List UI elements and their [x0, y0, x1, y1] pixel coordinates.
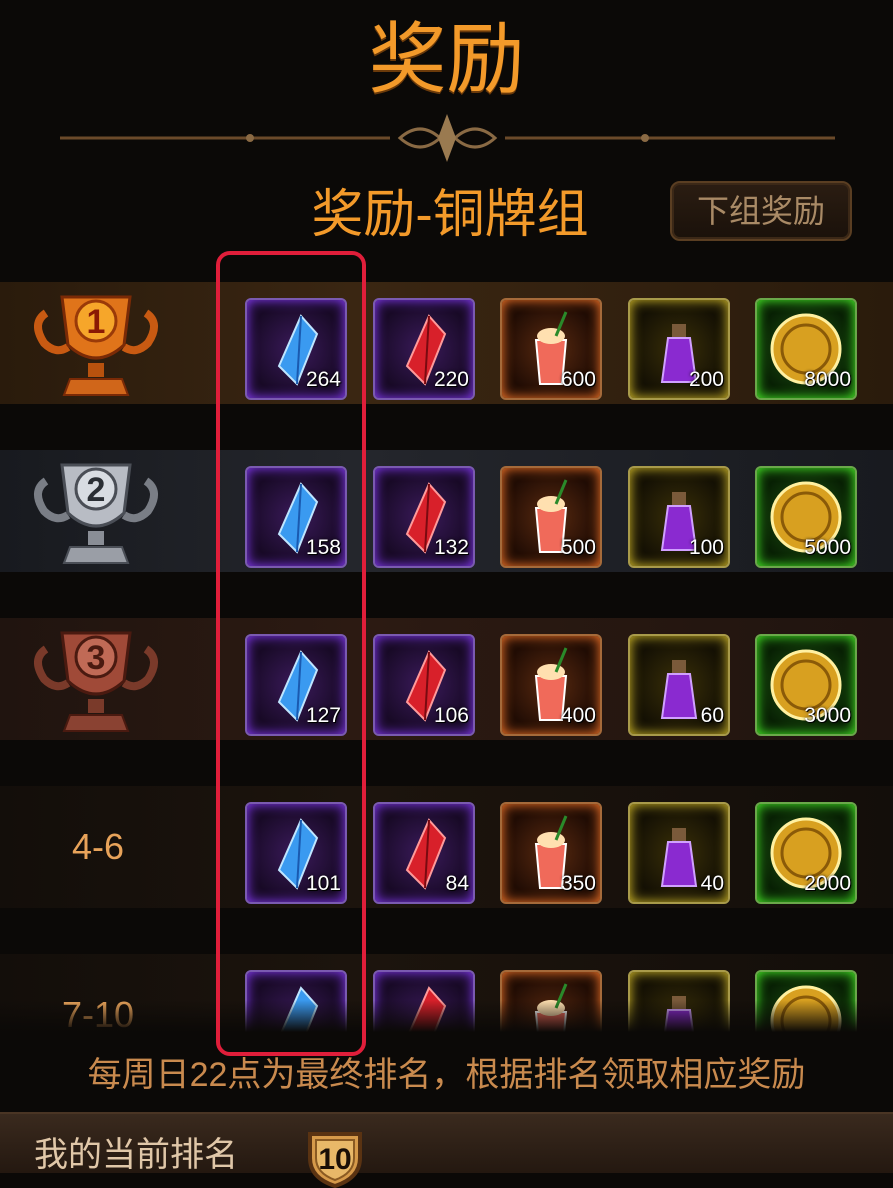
item-quantity: 350: [560, 872, 596, 895]
reward-item-drink[interactable]: 600: [500, 298, 602, 400]
item-quantity: 200: [688, 368, 724, 391]
ranking-note: 每周日22点为最终排名，根据排名领取相应奖励: [87, 1056, 806, 1094]
reward-item-red-crystal[interactable]: 106: [373, 634, 475, 736]
reward-item-purple-potion[interactable]: 100: [628, 466, 730, 568]
item-quantity: 60: [700, 704, 724, 727]
item-quantity: 132: [433, 536, 469, 559]
item-quantity: 84: [445, 872, 469, 895]
my-rank-value: 10: [318, 1143, 352, 1176]
reward-item-red-crystal[interactable]: 84: [373, 802, 475, 904]
rank-range-label: 4-6: [71, 826, 125, 867]
gold-trophy-icon: 1: [34, 295, 158, 396]
reward-item-red-crystal[interactable]: 132: [373, 466, 475, 568]
page-title: 奖励: [368, 15, 525, 103]
item-quantity: 500: [560, 536, 596, 559]
item-quantity: 400: [560, 704, 596, 727]
reward-item-red-crystal[interactable]: 220: [373, 298, 475, 400]
item-quantity: 106: [433, 704, 469, 727]
svg-text:3: 3: [87, 639, 106, 677]
item-quantity: 220: [433, 368, 469, 391]
item-quantity: 100: [688, 536, 724, 559]
reward-item-purple-potion[interactable]: 40: [628, 802, 730, 904]
item-quantity: 600: [560, 368, 596, 391]
svg-text:2: 2: [87, 471, 106, 509]
item-quantity: 3000: [804, 704, 851, 727]
reward-item-gold-coin[interactable]: 2000: [755, 802, 857, 904]
reward-row-rank-2: 2 158 132 500 100 5000: [0, 436, 893, 586]
item-quantity: 5000: [804, 536, 851, 559]
reward-row-rank-1: 1 264 220 600 200 8000: [0, 268, 893, 418]
reward-item-drink[interactable]: 350: [500, 802, 602, 904]
reward-item-gold-coin[interactable]: 5000: [755, 466, 857, 568]
my-rank-label: 我的当前排名: [34, 1136, 238, 1174]
reward-item-drink[interactable]: 500: [500, 466, 602, 568]
reward-item-purple-potion[interactable]: 60: [628, 634, 730, 736]
list-fade: [0, 1000, 893, 1032]
item-quantity: 40: [700, 872, 724, 895]
reward-item-gold-coin[interactable]: 8000: [755, 298, 857, 400]
reward-item-gold-coin[interactable]: 3000: [755, 634, 857, 736]
reward-row-rank-4-6: 4-6 101 84 350 40 2000: [0, 772, 893, 922]
group-title: 奖励-铜牌组: [311, 186, 589, 244]
svg-text:1: 1: [87, 303, 106, 341]
reward-row-rank-3: 3 127 106 400 60 3000: [0, 604, 893, 754]
highlight-box: [216, 251, 366, 1056]
item-quantity: 2000: [804, 872, 851, 895]
reward-item-drink[interactable]: 400: [500, 634, 602, 736]
silver-trophy-icon: 2: [34, 463, 158, 564]
item-quantity: 8000: [804, 368, 851, 391]
reward-item-purple-potion[interactable]: 200: [628, 298, 730, 400]
next-group-button[interactable]: 下组奖励: [670, 181, 852, 241]
divider-ornament: [60, 114, 835, 162]
bronze-trophy-icon: 3: [34, 631, 158, 732]
reward-list[interactable]: 1 264 220 600 200 8000 2 158 132 500 100…: [0, 268, 893, 1032]
